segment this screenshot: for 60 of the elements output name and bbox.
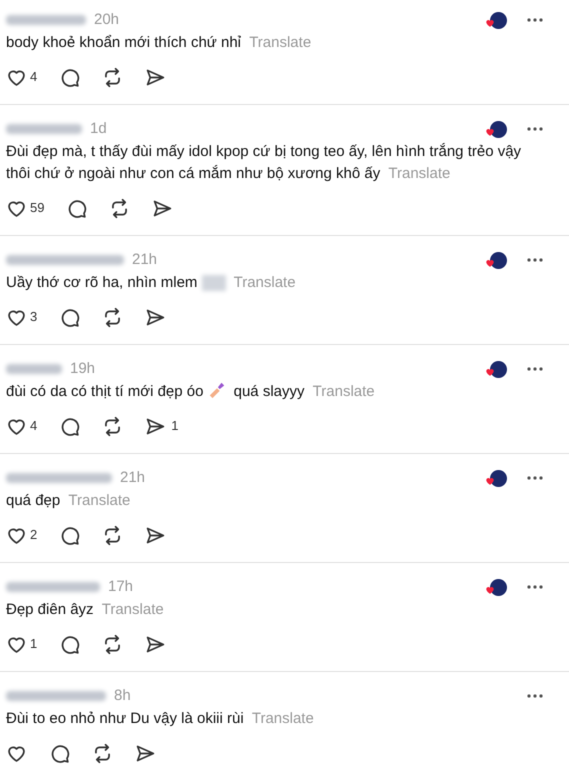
blurred-emoji-icon [202,275,226,292]
comment-button[interactable] [66,198,88,218]
share-button[interactable] [135,742,156,764]
heart-badge-icon [485,18,495,28]
like-count: 4 [30,417,38,436]
timestamp: 21h [120,468,146,488]
timestamp: 1d [90,118,107,139]
share-button[interactable] [145,634,166,654]
heart-badge-icon [485,366,495,376]
nail-polish-icon [208,381,226,399]
heart-badge-icon [485,584,495,594]
like-button[interactable]: 2 [6,524,38,546]
comment-button[interactable] [59,524,80,546]
like-button[interactable]: 3 [6,306,38,328]
comment-text: quá slayyy [234,383,304,400]
comment-text: thôi chứ ở ngoài như con cá mắm như bộ xương khô ấy [6,165,380,182]
like-button[interactable]: 4 [6,66,38,88]
like-count: 59 [30,199,44,218]
timestamp: 19h [70,358,96,379]
like-count: 3 [30,308,38,326]
timestamp: 21h [132,250,158,270]
comment-button[interactable] [49,742,70,764]
more-options-icon[interactable] [527,367,543,371]
comment-button[interactable] [59,66,80,88]
like-button[interactable]: 59 [6,198,44,218]
blurred-username-drawing [6,364,62,374]
comment-text: Đùi to eo nhỏ như Du vậy là okiii rùi [6,710,244,727]
comment-text: Đẹp điên âyz [6,601,94,618]
like-button[interactable]: 1 [6,634,38,654]
heart-badge-icon [485,258,495,268]
heart-badge-icon [485,126,495,136]
heart-badge-icon [485,476,495,486]
like-count: 1 [30,635,38,654]
comment-text: đùi có da có thịt tí mới đẹp óo [6,383,204,400]
like-count: 2 [30,526,38,544]
share-button[interactable] [145,66,166,88]
more-options-icon[interactable] [527,127,543,131]
comment-text: body khoẻ khoẩn mới thích chứ nhỉ [6,34,242,51]
timestamp: 8h [114,686,131,706]
more-options-icon[interactable] [527,694,543,698]
share-button[interactable] [145,306,166,328]
more-options-icon[interactable] [527,18,543,22]
share-button[interactable] [145,524,166,546]
like-count: 4 [30,68,38,86]
comment-text: Uầy thớ cơ rõ ha, nhìn mlem [6,274,198,291]
share-button[interactable]: 1 [145,416,178,436]
more-options-icon[interactable] [527,476,543,480]
like-button[interactable]: 4 [6,416,38,436]
more-options-icon[interactable] [527,585,543,589]
comment-button[interactable] [59,634,80,654]
timestamp: 20h [94,10,120,30]
comment-text: quá đẹp [6,492,60,509]
comment-button[interactable] [59,306,80,328]
share-button[interactable] [152,198,174,218]
more-options-icon[interactable] [527,258,543,262]
repost-button[interactable] [92,742,113,764]
timestamp: 17h [108,576,134,597]
comment-button[interactable] [59,416,80,436]
share-count: 1 [171,417,178,436]
comment-text: Đùi đẹp mà, t thấy đùi mấy idol kpop cứ bị tong teo ấy, lên hình trắng trẻo vậy [6,143,522,160]
